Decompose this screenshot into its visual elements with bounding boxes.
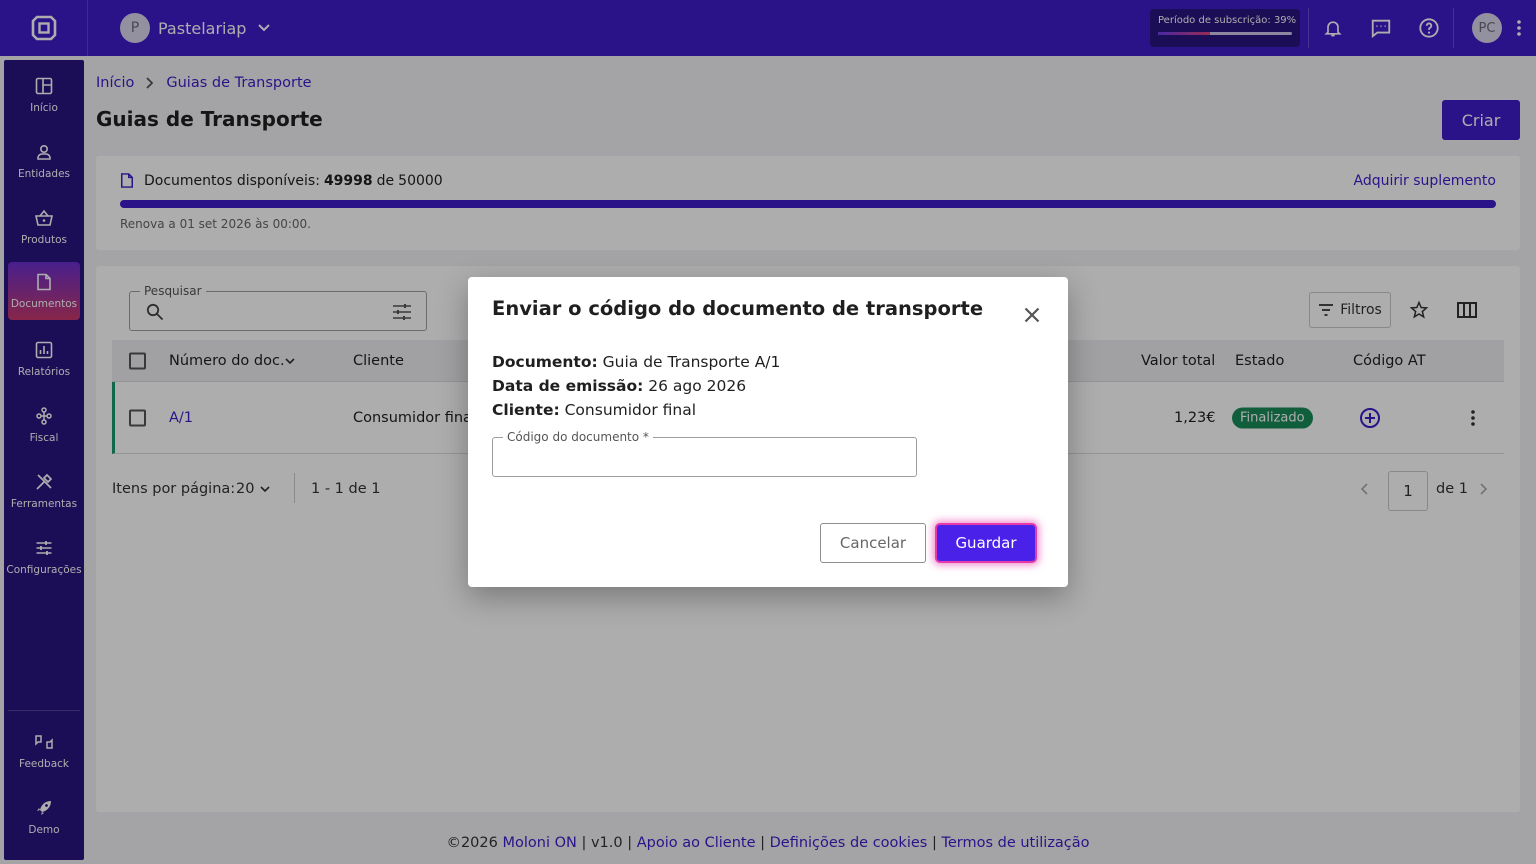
document-code-label: Código do documento * [503,430,653,444]
document-info: Documento: Guia de Transporte A/1 Data d… [492,350,780,422]
close-button[interactable] [1018,301,1046,329]
close-icon [1024,307,1040,323]
document-code-field[interactable]: Código do documento * [492,430,917,477]
save-button[interactable]: Guardar [935,523,1037,563]
date-value: 26 ago 2026 [648,377,747,395]
client-value: Consumidor final [564,401,697,419]
date-label: Data de emissão: [492,377,644,395]
cancel-button[interactable]: Cancelar [820,523,926,563]
transport-code-dialog: Enviar o código do documento de transpor… [468,277,1068,587]
dialog-title: Enviar o código do documento de transpor… [492,297,984,320]
document-label: Documento: [492,353,598,371]
document-value: Guia de Transporte A/1 [602,353,781,371]
client-label: Cliente: [492,401,560,419]
